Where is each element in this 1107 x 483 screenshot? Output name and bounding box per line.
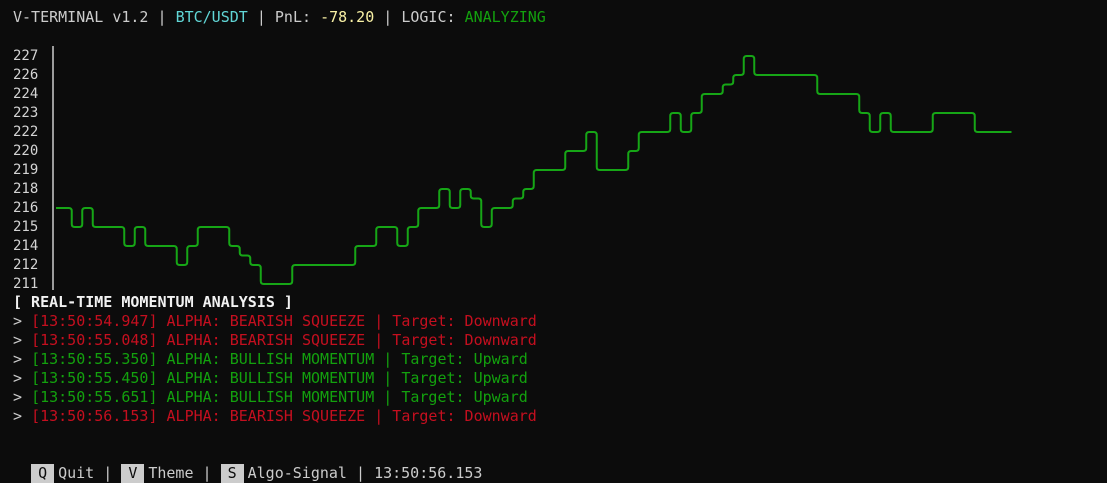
prompt: > xyxy=(13,312,32,330)
separator: | xyxy=(148,8,176,26)
quit-key[interactable]: Q xyxy=(31,464,55,483)
prompt: > xyxy=(13,407,32,425)
algo-signal-key[interactable]: S xyxy=(220,464,244,483)
y-tick-label: 226 xyxy=(13,67,38,83)
log-entry: > [13:50:55.350] ALPHA: BULLISH MOMENTUM… xyxy=(13,350,528,369)
y-tick-label: 227 xyxy=(13,48,38,64)
y-tick-label: 222 xyxy=(13,124,38,140)
y-tick-label: 218 xyxy=(13,181,38,197)
clock: 13:50:56.153 xyxy=(374,464,483,482)
y-tick-label: 219 xyxy=(13,162,38,178)
prompt: > xyxy=(13,388,32,406)
separator: | xyxy=(94,464,122,482)
y-tick-label: 216 xyxy=(13,200,38,216)
status-bar: V-TERMINAL v1.2 | BTC/USDT | PnL: -78.20… xyxy=(13,8,546,27)
separator: | xyxy=(247,8,275,26)
trading-pair: BTC/USDT xyxy=(175,8,248,26)
log-text: [13:50:55.651] ALPHA: BULLISH MOMENTUM |… xyxy=(31,388,528,406)
y-tick-label: 211 xyxy=(13,276,38,290)
price-chart: 227 226 224 223 222 220 219 218 216 215 214 212 211 xyxy=(13,46,1012,290)
log-entry: > [13:50:55.651] ALPHA: BULLISH MOMENTUM… xyxy=(13,388,528,407)
pnl-value: -78.20 xyxy=(320,8,375,26)
logic-label: LOGIC: xyxy=(401,8,456,26)
price-line xyxy=(56,55,1012,285)
theme-label: Theme xyxy=(148,464,194,482)
pnl-label: PnL: xyxy=(274,8,312,26)
log-entry: > [13:50:55.450] ALPHA: BULLISH MOMENTUM… xyxy=(13,369,528,388)
y-tick-label: 214 xyxy=(13,238,38,254)
prompt: > xyxy=(13,331,32,349)
y-tick-label: 215 xyxy=(13,219,38,235)
logic-value: ANALYZING xyxy=(464,8,546,26)
theme-key[interactable]: V xyxy=(121,464,145,483)
log-text: [13:50:55.048] ALPHA: BEARISH SQUEEZE | … xyxy=(31,331,537,349)
log-entry: > [13:50:55.048] ALPHA: BEARISH SQUEEZE … xyxy=(13,331,537,350)
separator: | xyxy=(346,464,375,482)
log-text: [13:50:54.947] ALPHA: BEARISH SQUEEZE | … xyxy=(31,312,537,330)
log-entry: > [13:50:54.947] ALPHA: BEARISH SQUEEZE … xyxy=(13,312,537,331)
prompt: > xyxy=(13,350,32,368)
y-tick-label: 224 xyxy=(13,86,38,102)
prompt: > xyxy=(13,369,32,387)
y-tick-label: 212 xyxy=(13,257,38,273)
quit-label: Quit xyxy=(58,464,95,482)
y-tick-label: 220 xyxy=(13,143,38,159)
y-tick-label: 223 xyxy=(13,105,38,121)
log-text: [13:50:55.350] ALPHA: BULLISH MOMENTUM |… xyxy=(31,350,528,368)
app-title: V-TERMINAL v1.2 xyxy=(13,8,149,26)
separator: | xyxy=(193,464,221,482)
algo-signal-label: Algo-Signal xyxy=(247,464,347,482)
log-text: [13:50:55.450] ALPHA: BULLISH MOMENTUM |… xyxy=(31,369,528,387)
separator: | xyxy=(374,8,402,26)
analysis-title: [ REAL-TIME MOMENTUM ANALYSIS ] xyxy=(13,293,293,311)
footer-bar: Q Quit | V Theme | S Algo-Signal | 13:50:56… xyxy=(13,445,482,483)
log-text: [13:50:56.153] ALPHA: BEARISH SQUEEZE | … xyxy=(31,407,537,425)
y-axis-labels: 227 226 224 223 222 220 219 218 216 215 214 212 211 xyxy=(13,48,38,290)
log-entry: > [13:50:56.153] ALPHA: BEARISH SQUEEZE … xyxy=(13,407,537,426)
